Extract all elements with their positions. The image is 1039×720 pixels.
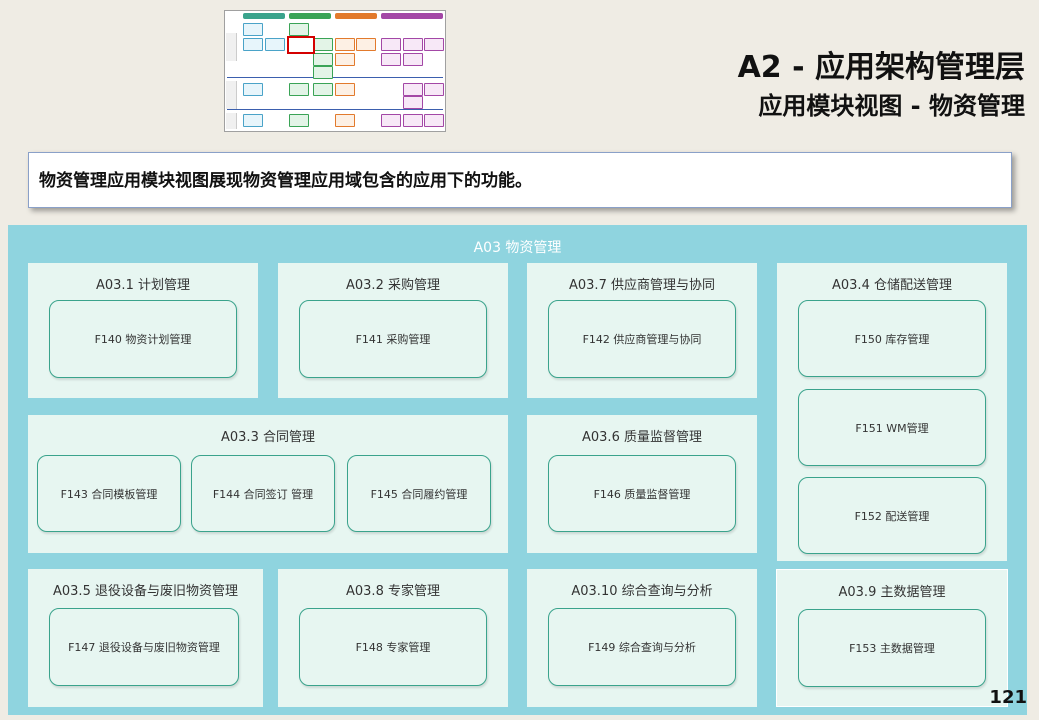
thumb-header-2 — [289, 13, 331, 19]
function-f145[interactable]: F145 合同履约管理 — [347, 455, 491, 532]
thumb-divider — [227, 77, 443, 78]
page-title-block: A2 - 应用架构管理层 应用模块视图 - 物资管理 — [738, 48, 1025, 122]
function-f144[interactable]: F144 合同签订 管理 — [191, 455, 335, 532]
group-a03-8: A03.8 专家管理 F148 专家管理 — [278, 569, 508, 707]
group-a03-10: A03.10 综合查询与分析 F149 综合查询与分析 — [527, 569, 757, 707]
function-f153[interactable]: F153 主数据管理 — [798, 609, 986, 687]
function-f142[interactable]: F142 供应商管理与协同 — [548, 300, 736, 378]
function-f140[interactable]: F140 物资计划管理 — [49, 300, 237, 378]
group-title: A03.9 主数据管理 — [838, 585, 946, 600]
group-a03-5: A03.5 退役设备与废旧物资管理 F147 退役设备与废旧物资管理 — [28, 569, 263, 707]
group-a03-6: A03.6 质量监督管理 F146 质量监督管理 — [527, 415, 757, 553]
group-title: A03.5 退役设备与废旧物资管理 — [53, 584, 238, 599]
group-title: A03.8 专家管理 — [346, 584, 440, 599]
function-f151[interactable]: F151 WM管理 — [798, 389, 986, 466]
domain-a03: A03 物资管理 A03.1 计划管理 F140 物资计划管理 A03.2 采购… — [8, 225, 1027, 715]
thumb-row-label — [226, 81, 237, 109]
group-title: A03.4 仓储配送管理 — [832, 278, 952, 293]
function-f143[interactable]: F143 合同模板管理 — [37, 455, 181, 532]
function-f149[interactable]: F149 综合查询与分析 — [548, 608, 736, 686]
function-f141[interactable]: F141 采购管理 — [299, 300, 487, 378]
function-f148[interactable]: F148 专家管理 — [299, 608, 487, 686]
architecture-thumbnail — [224, 10, 446, 132]
function-f146[interactable]: F146 质量监督管理 — [548, 455, 736, 532]
function-f150[interactable]: F150 库存管理 — [798, 300, 986, 377]
group-a03-3: A03.3 合同管理 F143 合同模板管理 F144 合同签订 管理 F145… — [28, 415, 508, 553]
group-a03-7: A03.7 供应商管理与协同 F142 供应商管理与协同 — [527, 263, 757, 398]
group-a03-2: A03.2 采购管理 F141 采购管理 — [278, 263, 508, 398]
group-a03-4: A03.4 仓储配送管理 F150 库存管理 F151 WM管理 F152 配送… — [777, 263, 1007, 561]
thumb-divider — [227, 109, 443, 110]
group-title: A03.6 质量监督管理 — [582, 430, 702, 445]
function-f152[interactable]: F152 配送管理 — [798, 477, 986, 554]
thumb-highlight — [287, 36, 315, 54]
group-title: A03.1 计划管理 — [96, 278, 190, 293]
thumb-header-4 — [381, 13, 443, 19]
group-a03-9: A03.9 主数据管理 F153 主数据管理 — [776, 569, 1008, 707]
domain-title: A03 物资管理 — [473, 240, 562, 256]
thumb-header-3 — [335, 13, 377, 19]
thumb-row-label — [226, 33, 237, 61]
description-box: 物资管理应用模块视图展现物资管理应用域包含的应用下的功能。 — [28, 152, 1012, 208]
group-title: A03.2 采购管理 — [346, 278, 440, 293]
thumb-row-label — [226, 113, 237, 129]
thumb-header-1 — [243, 13, 285, 19]
group-title: A03.3 合同管理 — [221, 430, 315, 445]
page-title: A2 - 应用架构管理层 — [737, 50, 1025, 85]
page-subtitle: 应用模块视图 - 物资管理 — [758, 92, 1025, 120]
group-title: A03.10 综合查询与分析 — [571, 584, 713, 599]
function-f147[interactable]: F147 退役设备与废旧物资管理 — [49, 608, 239, 686]
page-number: 121 — [989, 687, 1027, 708]
group-a03-1: A03.1 计划管理 F140 物资计划管理 — [28, 263, 258, 398]
group-title: A03.7 供应商管理与协同 — [569, 278, 715, 293]
